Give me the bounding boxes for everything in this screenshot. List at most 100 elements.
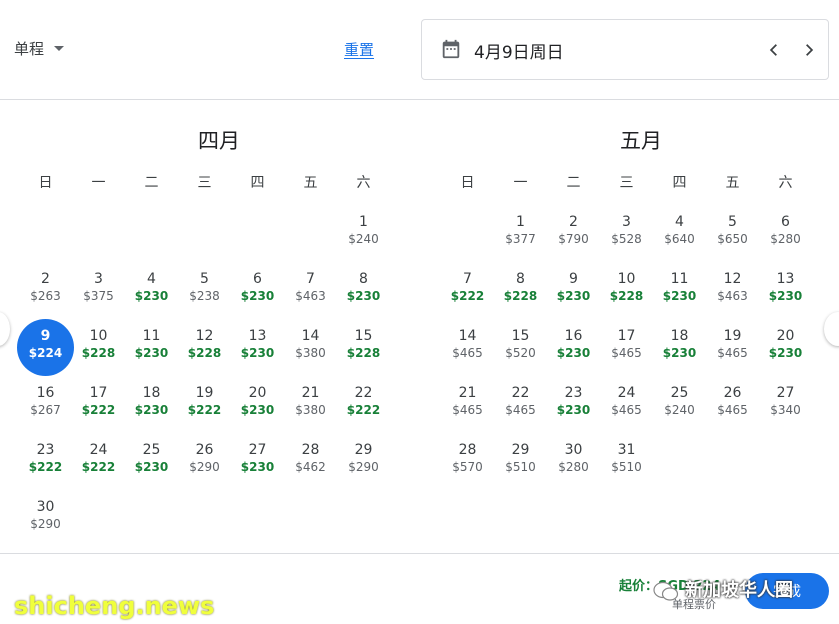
day-cell[interactable]: 16 $267	[19, 384, 72, 434]
day-cell[interactable]: 8 $230	[337, 270, 390, 320]
day-cell[interactable]: 31 $510	[600, 441, 653, 491]
trip-type-label: 单程	[14, 40, 45, 58]
day-number: 1	[516, 214, 525, 230]
day-cell[interactable]: 5 $650	[706, 213, 759, 263]
day-cell[interactable]: 15 $520	[494, 327, 547, 377]
day-cell[interactable]: 12 $228	[178, 327, 231, 377]
day-number: 12	[723, 271, 742, 287]
day-cell[interactable]: 6 $280	[759, 213, 812, 263]
day-cell[interactable]: 11 $230	[125, 327, 178, 377]
day-cell[interactable]: 11 $230	[653, 270, 706, 320]
day-cell[interactable]: 26 $290	[178, 441, 231, 491]
day-price: $463	[717, 289, 748, 303]
day-cell[interactable]: 14 $465	[441, 327, 494, 377]
reset-button[interactable]: 重置	[344, 39, 374, 60]
day-price: $240	[348, 232, 379, 246]
day-cell[interactable]: 18 $230	[653, 327, 706, 377]
day-price: $230	[556, 403, 591, 417]
day-cell[interactable]: 6 $230	[231, 270, 284, 320]
day-cell[interactable]: 13 $230	[231, 327, 284, 377]
day-cell[interactable]: 28 $570	[441, 441, 494, 491]
day-cell[interactable]: 23 $230	[547, 384, 600, 434]
day-cell[interactable]: 8 $228	[494, 270, 547, 320]
day-price: $290	[348, 460, 379, 474]
day-price: $222	[28, 460, 63, 474]
day-cell[interactable]: 7 $463	[284, 270, 337, 320]
day-number: 13	[776, 271, 795, 287]
previous-day-button[interactable]	[762, 38, 786, 62]
day-cell[interactable]: 17 $222	[72, 384, 125, 434]
day-cell[interactable]: 23 $222	[19, 441, 72, 491]
day-number: 23	[564, 385, 583, 401]
day-number: 5	[200, 271, 209, 287]
day-cell[interactable]: 20 $230	[759, 327, 812, 377]
day-cell[interactable]: 3 $528	[600, 213, 653, 263]
day-number: 15	[354, 328, 373, 344]
day-cell[interactable]: 25 $230	[125, 441, 178, 491]
watermark-site: shicheng.news	[14, 592, 215, 620]
day-price: $465	[452, 403, 483, 417]
day-cell[interactable]: 22 $222	[337, 384, 390, 434]
day-cell[interactable]: 30 $280	[547, 441, 600, 491]
day-cell[interactable]: 18 $230	[125, 384, 178, 434]
day-cell[interactable]: 25 $240	[653, 384, 706, 434]
day-number: 23	[36, 442, 55, 458]
scroll-prev-month-button[interactable]	[0, 312, 10, 346]
day-cell[interactable]: 13 $230	[759, 270, 812, 320]
day-cell[interactable]: 19 $222	[178, 384, 231, 434]
day-number: 10	[617, 271, 636, 287]
day-cell[interactable]: 26 $465	[706, 384, 759, 434]
day-cell[interactable]: 24 $222	[72, 441, 125, 491]
day-cell[interactable]: 2 $263	[19, 270, 72, 320]
day-cell[interactable]: 17 $465	[600, 327, 653, 377]
day-cell[interactable]: 4 $230	[125, 270, 178, 320]
next-day-button[interactable]	[797, 38, 821, 62]
day-cell[interactable]: 19 $465	[706, 327, 759, 377]
day-number: 18	[142, 385, 161, 401]
day-cell[interactable]: 10 $228	[600, 270, 653, 320]
day-cell[interactable]: 9 $230	[547, 270, 600, 320]
day-cell[interactable]: 21 $465	[441, 384, 494, 434]
day-cell[interactable]: 29 $290	[337, 441, 390, 491]
day-cell[interactable]: 10 $228	[72, 327, 125, 377]
day-cell[interactable]: 16 $230	[547, 327, 600, 377]
day-cell[interactable]: 1 $240	[337, 213, 390, 263]
day-cell[interactable]: 20 $230	[231, 384, 284, 434]
weekday-header: 日一二三四五六	[19, 172, 419, 192]
day-number: 10	[89, 328, 108, 344]
watermark-channel: 新加坡华人圈	[685, 580, 793, 601]
day-cell[interactable]: 30 $290	[19, 498, 72, 548]
day-number: 14	[458, 328, 477, 344]
day-cell[interactable]: 1 $377	[494, 213, 547, 263]
day-number: 8	[516, 271, 525, 287]
day-cell[interactable]: 28 $462	[284, 441, 337, 491]
day-cell[interactable]: 15 $228	[337, 327, 390, 377]
day-cell[interactable]: 27 $230	[231, 441, 284, 491]
day-number: 17	[617, 328, 636, 344]
day-number: 6	[253, 271, 262, 287]
day-number: 25	[670, 385, 689, 401]
day-cell[interactable]: 12 $463	[706, 270, 759, 320]
selected-day-cell[interactable]: 9 $224	[17, 319, 74, 377]
day-cell[interactable]: 3 $375	[72, 270, 125, 320]
departure-date-field[interactable]: 4月9日周日	[421, 19, 829, 80]
day-cell[interactable]: 24 $465	[600, 384, 653, 434]
day-cell[interactable]: 5 $238	[178, 270, 231, 320]
day-cell[interactable]: 27 $340	[759, 384, 812, 434]
day-cell[interactable]: 29 $510	[494, 441, 547, 491]
day-price: $228	[609, 289, 644, 303]
day-number: 19	[723, 328, 742, 344]
day-cell[interactable]: 22 $465	[494, 384, 547, 434]
day-price: $462	[295, 460, 326, 474]
day-cell[interactable]: 2 $790	[547, 213, 600, 263]
day-cell[interactable]: 4 $640	[653, 213, 706, 263]
weekday-label: 二	[144, 175, 159, 191]
day-number: 12	[195, 328, 214, 344]
trip-type-dropdown[interactable]: 单程	[14, 38, 65, 59]
day-cell[interactable]: 7 $222	[441, 270, 494, 320]
day-cell[interactable]: 14 $380	[284, 327, 337, 377]
day-number: 13	[248, 328, 267, 344]
day-cell[interactable]: 21 $380	[284, 384, 337, 434]
scroll-next-month-button[interactable]	[824, 312, 839, 346]
day-price: $240	[664, 403, 695, 417]
